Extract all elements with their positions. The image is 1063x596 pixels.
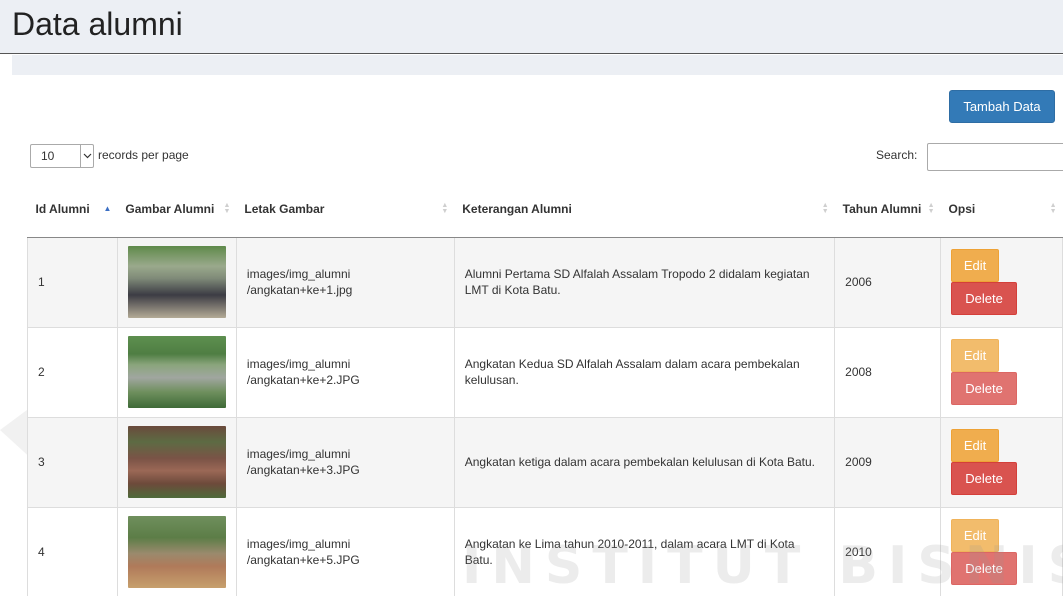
delete-button[interactable]: Delete	[951, 282, 1018, 315]
column-header-label: Letak Gambar	[244, 201, 325, 216]
delete-button[interactable]: Delete	[951, 462, 1018, 495]
cell-path: images/img_alumni /angkatan+ke+2.JPG	[236, 327, 455, 418]
page-length-label: records per page	[98, 148, 189, 162]
cell-actions: Edit Delete	[940, 237, 1063, 328]
column-header-label: Tahun Alumni	[842, 201, 922, 216]
cell-id: 4	[27, 507, 118, 596]
cell-year: 2008	[834, 327, 942, 418]
edit-button[interactable]: Edit	[951, 249, 1000, 282]
edit-button[interactable]: Edit	[951, 429, 1000, 462]
column-header-label: Gambar Alumni	[125, 201, 215, 216]
cell-year: 2010	[834, 507, 942, 596]
column-header-description[interactable]: Keterangan Alumni ▲ ▼	[454, 182, 835, 238]
column-header-path[interactable]: Letak Gambar ▲ ▼	[236, 182, 455, 238]
chevron-down-icon	[80, 145, 94, 167]
edit-button[interactable]: Edit	[951, 519, 1000, 552]
cell-image	[117, 237, 237, 328]
column-header-label: Keterangan Alumni	[462, 201, 572, 216]
search-label: Search:	[876, 148, 918, 162]
cell-path: images/img_alumni /angkatan+ke+5.JPG	[236, 507, 455, 596]
alumni-photo	[127, 426, 226, 498]
cell-image	[117, 327, 237, 418]
delete-button[interactable]: Delete	[951, 552, 1018, 585]
page-length-select[interactable]: 10	[30, 144, 94, 168]
page-length-value: 10	[41, 149, 55, 163]
cell-id: 2	[27, 327, 118, 418]
page-title: Data alumni	[12, 6, 183, 42]
column-header-actions[interactable]: Opsi ▲ ▼	[940, 182, 1063, 238]
title-bar: Data alumni	[0, 0, 1063, 54]
table-row: 1 images/img_alumni /angkatan+ke+1.jpg A…	[27, 237, 1063, 328]
cell-description: Angkatan ketiga dalam acara pembekalan k…	[454, 417, 836, 508]
sort-asc-icon: ▲	[103, 204, 112, 214]
alumni-table: Id Alumni ▲ Gambar Alumni ▲ ▼ Letak Gamba…	[27, 182, 1063, 596]
table-row: 4 images/img_alumni /angkatan+ke+5.JPG A…	[27, 507, 1063, 596]
cell-description: Angkatan Kedua SD Alfalah Assalam dalam …	[454, 327, 836, 418]
alumni-photo	[127, 336, 226, 408]
table-row: 2 images/img_alumni /angkatan+ke+2.JPG A…	[27, 327, 1063, 418]
cell-year: 2009	[834, 417, 942, 508]
table-row: 3 images/img_alumni /angkatan+ke+3.JPG A…	[27, 417, 1063, 508]
edit-button[interactable]: Edit	[951, 339, 1000, 372]
sort-icon: ▲ ▼	[223, 202, 231, 216]
cell-description: Angkatan ke Lima tahun 2010-2011, dalam …	[454, 507, 836, 596]
add-data-button[interactable]: Tambah Data	[949, 90, 1055, 123]
sort-icon: ▲ ▼	[1049, 202, 1057, 216]
sort-icon: ▲ ▼	[821, 202, 829, 216]
cell-path: images/img_alumni /angkatan+ke+3.JPG	[236, 417, 455, 508]
cell-year: 2006	[834, 237, 942, 328]
alumni-photo	[127, 516, 226, 588]
sort-icon: ▲ ▼	[441, 202, 449, 216]
cell-image	[117, 507, 237, 596]
search-input[interactable]	[927, 143, 1063, 171]
cell-path: images/img_alumni /angkatan+ke+1.jpg	[236, 237, 455, 328]
table-header-row: Id Alumni ▲ Gambar Alumni ▲ ▼ Letak Gamba…	[27, 182, 1063, 238]
column-header-year[interactable]: Tahun Alumni ▲ ▼	[834, 182, 941, 238]
cell-id: 3	[27, 417, 118, 508]
sort-icon: ▲ ▼	[927, 202, 935, 216]
cell-image	[117, 417, 237, 508]
cell-actions: Edit Delete	[940, 507, 1063, 596]
column-header-id[interactable]: Id Alumni ▲	[27, 182, 118, 238]
cell-actions: Edit Delete	[940, 327, 1063, 418]
cell-description: Alumni Pertama SD Alfalah Assalam Tropod…	[454, 237, 836, 328]
alumni-photo	[127, 246, 226, 318]
cell-actions: Edit Delete	[940, 417, 1063, 508]
column-header-label: Opsi	[948, 201, 976, 216]
column-header-label: Id Alumni	[35, 201, 90, 216]
cell-id: 1	[27, 237, 118, 328]
header-band	[12, 55, 1063, 75]
column-header-image[interactable]: Gambar Alumni ▲ ▼	[117, 182, 237, 238]
delete-button[interactable]: Delete	[951, 372, 1018, 405]
